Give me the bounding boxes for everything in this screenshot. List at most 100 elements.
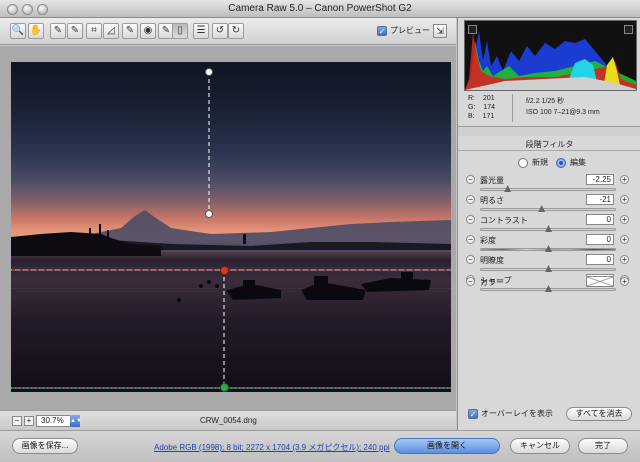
slider-value-field[interactable]: 0 [586, 254, 614, 265]
slider-row-4: − 明瞭度 0 + [458, 254, 640, 274]
slider-plus-button[interactable]: + [620, 195, 629, 204]
cancel-button[interactable]: キャンセル [510, 438, 570, 454]
mode-new-label: 新規 [532, 158, 548, 167]
color-label: カラー [480, 278, 504, 287]
zoom-icon: 🔍 [11, 25, 25, 36]
zoom-tool-button[interactable]: 🔍 [10, 23, 26, 39]
done-button[interactable]: 完了 [578, 438, 628, 454]
slider-minus-button[interactable]: − [466, 235, 475, 244]
canvas-area [0, 46, 456, 410]
filter-end-pin[interactable] [220, 383, 229, 392]
hand-icon: ✋ [29, 25, 43, 36]
rotate-left-tool-button[interactable]: ↺ [212, 23, 228, 39]
color-minus-button[interactable]: − [466, 277, 475, 286]
slider-row-3: − 彩度 0 + [458, 234, 640, 254]
straighten-tool-button[interactable]: ◿ [103, 23, 119, 39]
slider-track[interactable] [480, 188, 616, 191]
workflow-options-link[interactable]: Adobe RGB (1998); 8 bit; 2272 x 1704 (3.… [154, 442, 390, 453]
title-bar: Camera Raw 5.0 – Canon PowerShot G2 [0, 0, 640, 18]
color-row: − カラー + [458, 276, 640, 296]
slider-row-1: − 明るさ -21 + [458, 194, 640, 214]
adjustment-brush-icon: ✎ [161, 25, 171, 36]
zoom-in-button[interactable]: + [24, 416, 34, 426]
file-name: CRW_0054.dng [200, 416, 257, 425]
minimize-window-button[interactable] [22, 4, 33, 15]
slider-plus-button[interactable]: + [620, 215, 629, 224]
r-label: R: [468, 95, 475, 102]
mode-edit-label: 編集 [570, 158, 586, 167]
slider-value-field[interactable]: 0 [586, 234, 614, 245]
spot-removal-tool-button[interactable]: ✎ [122, 23, 138, 39]
zoom-bar: − + 30.7% ▲▼ CRW_0054.dng [0, 410, 456, 430]
clear-all-button[interactable]: すべてを消去 [566, 407, 632, 421]
highlight-clipping-warning-icon[interactable] [624, 25, 633, 34]
preview-checkbox[interactable]: ✓ [377, 25, 387, 36]
crop-tool-button[interactable]: ⌗ [86, 23, 102, 39]
filter-handle-mid[interactable] [205, 210, 213, 218]
iso-lens: ISO 100 7–21@9.3 mm [526, 109, 600, 116]
slider-minus-button[interactable]: − [466, 215, 475, 224]
panel-tab-bar[interactable] [458, 126, 640, 136]
slider-label: 明るさ [480, 196, 504, 205]
close-window-button[interactable] [7, 4, 18, 15]
preview-image[interactable] [11, 62, 451, 392]
spot-removal-icon: ✎ [125, 25, 135, 36]
filter-mode-group: 新規 編集 [518, 157, 586, 168]
save-image-button[interactable]: 画像を保存... [12, 438, 78, 454]
shadow-clipping-warning-icon[interactable] [468, 25, 477, 34]
overlay-checkbox[interactable]: ✓ [468, 408, 478, 419]
r-value: 201 [482, 95, 495, 102]
slider-label: コントラスト [480, 216, 528, 225]
mode-new-radio[interactable] [518, 157, 528, 168]
filter-handle-top[interactable] [205, 68, 213, 76]
preferences-tool-button[interactable]: ☰ [193, 23, 209, 39]
slider-plus-button[interactable]: + [620, 255, 629, 264]
white-balance-tool-button[interactable]: ✎ [50, 23, 66, 39]
g-value: 174 [483, 104, 496, 111]
color-sampler-tool-button[interactable]: ✎ [67, 23, 83, 39]
slider-label: 明瞭度 [480, 256, 504, 265]
rotate-right-tool-button[interactable]: ↻ [228, 23, 244, 39]
filter-start-pin[interactable] [220, 266, 229, 275]
color-plus-button[interactable]: + [620, 277, 629, 286]
crop-icon: ⌗ [91, 25, 97, 36]
histogram [464, 20, 637, 91]
preview-toggle[interactable]: ✓ プレビュー [377, 25, 430, 36]
slider-plus-button[interactable]: + [620, 175, 629, 184]
b-label: B: [468, 113, 475, 120]
slider-label: 露光量 [480, 176, 504, 185]
g-label: G: [468, 104, 476, 111]
zoom-dropdown-arrow[interactable]: ▲▼ [70, 415, 82, 427]
fullscreen-toggle-button[interactable]: ⇲ [433, 24, 447, 38]
slider-label: 彩度 [480, 236, 496, 245]
slider-minus-button[interactable]: − [466, 255, 475, 264]
rgb-exif-readout: R: 201 G: 174 B: 171 f/2.2 1/25 秒 ISO 10… [464, 94, 637, 124]
slider-value-field[interactable]: 0 [586, 214, 614, 225]
overlay-toggle[interactable]: ✓ オーバーレイを表示 [468, 408, 553, 419]
graduated-filter-tool-button[interactable]: ▯ [172, 23, 188, 39]
footer: 画像を保存... Adobe RGB (1998); 8 bit; 2272 x… [0, 430, 640, 462]
color-swatch[interactable] [586, 276, 614, 287]
slider-value-field[interactable]: -2.25 [586, 174, 614, 185]
b-value: 171 [482, 113, 495, 120]
straighten-icon: ◿ [107, 25, 115, 36]
graduated-filter-icon: ▯ [177, 25, 183, 36]
zoom-window-button[interactable] [37, 4, 48, 15]
slider-minus-button[interactable]: − [466, 175, 475, 184]
slider-row-0: − 露光量 -2.25 + [458, 174, 640, 194]
mode-edit-radio[interactable] [556, 157, 566, 168]
slider-track[interactable] [480, 208, 616, 211]
hand-tool-button[interactable]: ✋ [28, 23, 44, 39]
slider-minus-button[interactable]: − [466, 195, 475, 204]
red-eye-tool-button[interactable]: ◉ [140, 23, 156, 39]
open-image-button[interactable]: 画像を開く [394, 438, 500, 454]
preferences-icon: ☰ [196, 25, 206, 36]
zoom-out-button[interactable]: − [12, 416, 22, 426]
overlay-label: オーバーレイを表示 [481, 409, 553, 418]
rotate-left-icon: ↺ [215, 25, 225, 36]
slider-plus-button[interactable]: + [620, 235, 629, 244]
rotate-right-icon: ↻ [231, 25, 241, 36]
white-balance-icon: ✎ [53, 25, 63, 36]
aperture-shutter: f/2.2 1/25 秒 [526, 98, 565, 105]
slider-value-field[interactable]: -21 [586, 194, 614, 205]
